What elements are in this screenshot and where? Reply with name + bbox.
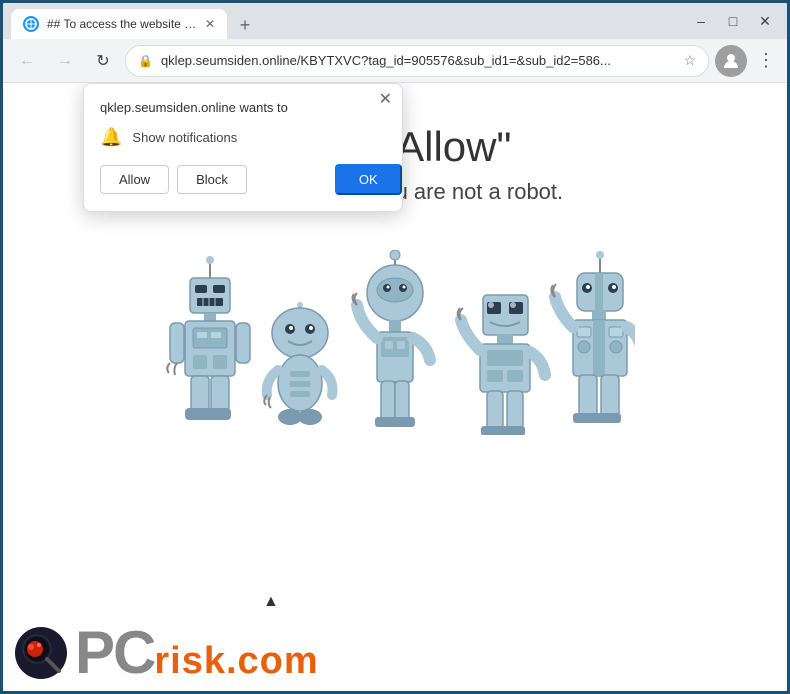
nav-bar: ← → ↻ 🔒 qklep.seumsiden.online/KBYTXVC?t… <box>3 39 787 83</box>
tab-close-button[interactable]: ✕ <box>205 17 215 31</box>
popup-title: qklep.seumsiden.online wants to <box>100 100 386 115</box>
tab-favicon <box>23 16 39 32</box>
lock-icon: 🔒 <box>138 54 153 68</box>
pcrisk-text: PC risk.com <box>75 623 319 683</box>
popup-action-buttons: Allow Block <box>100 165 247 194</box>
pcrisk-logo-area: PC risk.com <box>3 615 787 691</box>
browser-frame: ## To access the website click th... ✕ +… <box>0 0 790 694</box>
window-controls: – □ ✕ <box>687 7 779 35</box>
refresh-button[interactable]: ↻ <box>87 45 119 77</box>
close-button[interactable]: ✕ <box>751 7 779 35</box>
popup-permission-row: 🔔 Show notifications <box>100 127 386 148</box>
profile-icon[interactable] <box>715 45 747 77</box>
bookmark-icon[interactable]: ☆ <box>683 52 696 69</box>
pc-text: PC <box>75 623 154 683</box>
mouse-cursor: ▲ <box>263 593 279 611</box>
new-tab-button[interactable]: + <box>231 11 259 39</box>
popup-close-button[interactable]: ✕ <box>379 92 392 108</box>
tab-title: ## To access the website click th... <box>47 17 197 31</box>
bell-icon: 🔔 <box>100 127 122 148</box>
tab-area: ## To access the website click th... ✕ + <box>11 3 683 39</box>
active-tab[interactable]: ## To access the website click th... ✕ <box>11 9 227 39</box>
url-text: qklep.seumsiden.online/KBYTXVC?tag_id=90… <box>161 53 675 68</box>
risk-text: risk.com <box>154 640 318 683</box>
forward-button[interactable]: → <box>49 45 81 77</box>
more-options-icon[interactable]: ⋮ <box>753 46 779 75</box>
robot-illustration <box>145 235 645 435</box>
permission-text: Show notifications <box>132 130 237 145</box>
allow-button[interactable]: Allow <box>100 165 169 194</box>
address-bar[interactable]: 🔒 qklep.seumsiden.online/KBYTXVC?tag_id=… <box>125 45 709 77</box>
block-button[interactable]: Block <box>177 165 247 194</box>
maximize-button[interactable]: □ <box>719 7 747 35</box>
back-button[interactable]: ← <box>11 45 43 77</box>
minimize-button[interactable]: – <box>687 7 715 35</box>
page-content: ✕ qklep.seumsiden.online wants to 🔔 Show… <box>3 83 787 691</box>
ok-button[interactable]: OK <box>335 164 402 195</box>
pcrisk-logo-icon <box>15 627 67 679</box>
title-bar: ## To access the website click th... ✕ +… <box>3 3 787 39</box>
notification-popup: ✕ qklep.seumsiden.online wants to 🔔 Show… <box>83 83 403 212</box>
